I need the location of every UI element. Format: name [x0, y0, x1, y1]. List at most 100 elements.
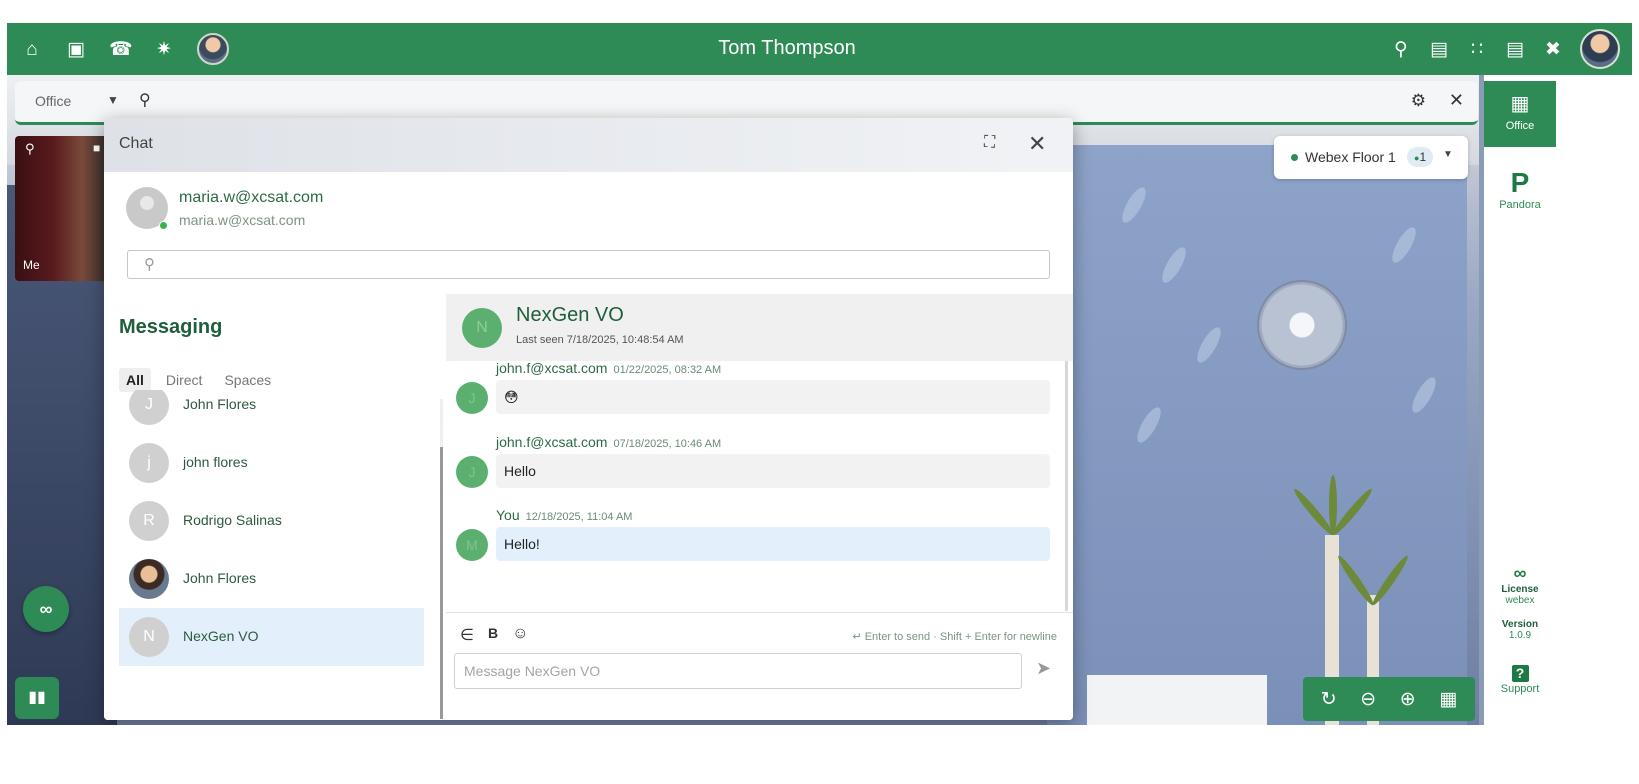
webex-icon: ∞	[1513, 563, 1527, 583]
user-avatar[interactable]	[197, 33, 229, 65]
location-label[interactable]: Office	[35, 93, 71, 109]
online-status-icon	[159, 221, 168, 230]
conversation-header: N NexGen VO Last seen 7/18/2025, 10:48:5…	[446, 294, 1073, 361]
chat-window: Chat ⛶ ✕ maria.w@xcsat.com maria.w@xcsat…	[104, 118, 1073, 720]
lock-icon[interactable]: ▣	[65, 40, 87, 59]
message-bubble: Hello	[496, 454, 1050, 488]
hangup-icon[interactable]: ☎	[109, 40, 133, 59]
search-icon: ⚲	[144, 256, 155, 273]
self-video-label: Me	[23, 258, 40, 272]
tools-icon[interactable]: ✖	[1542, 40, 1564, 59]
close-icon[interactable]: ✕	[1449, 90, 1464, 111]
expand-icon[interactable]: ⛶	[984, 134, 995, 152]
reset-view-icon[interactable]: ↻	[1321, 688, 1337, 711]
attach-icon[interactable]: ∈	[460, 625, 474, 645]
sidebar-item-label: Office	[1505, 120, 1535, 132]
conversation-pane: N NexGen VO Last seen 7/18/2025, 10:48:5…	[446, 294, 1073, 720]
chevron-down-icon[interactable]: ▼	[1443, 149, 1453, 160]
message-input[interactable]	[454, 653, 1022, 689]
list-item[interactable]: John Flores	[119, 550, 424, 608]
contact-name: Rodrigo Salinas	[183, 512, 282, 528]
webex-button[interactable]: ∞	[23, 586, 69, 632]
current-user-name: maria.w@xcsat.com	[179, 189, 324, 206]
composer-toolbar: ∈ B ☺	[460, 625, 528, 645]
camera-icon[interactable]: ■	[93, 141, 100, 155]
grid-view-icon[interactable]: ▦	[1439, 688, 1457, 711]
license-info: ∞ License webex	[1484, 563, 1556, 606]
walk-icon[interactable]: ✷	[153, 40, 175, 59]
sidebar-item-label: Support	[1500, 683, 1540, 695]
message-composer: ∈ B ☺ ↵ Enter to send · Shift + Enter fo…	[446, 612, 1073, 720]
message-time: 12/18/2025, 11:04 AM	[525, 511, 633, 523]
close-icon[interactable]: ✕	[1028, 131, 1046, 157]
send-icon[interactable]: ➤	[1036, 658, 1051, 679]
self-video-tile[interactable]: ⚲ ■ Me	[15, 136, 111, 281]
search-icon[interactable]: ⚲	[139, 90, 151, 110]
version-label: Version	[1501, 619, 1539, 630]
sidebar-item-label: Pandora	[1499, 199, 1541, 211]
list-item[interactable]: J John Flores	[119, 390, 424, 434]
message-bubble: Hello!	[496, 527, 1050, 561]
page-title: Tom Thompson	[718, 37, 856, 59]
avatar: M	[456, 529, 488, 561]
message-meta: You 12/18/2025, 11:04 AM	[496, 507, 632, 523]
chat-search-input[interactable]: ⚲	[127, 250, 1050, 279]
contact-name: John Flores	[183, 396, 257, 412]
message-meta: john.f@xcsat.com 01/22/2025, 08:32 AM	[496, 360, 721, 376]
message-sender: You	[496, 507, 520, 523]
message-sender: john.f@xcsat.com	[496, 434, 608, 450]
chevron-down-icon[interactable]: ▼	[107, 93, 119, 107]
avatar	[129, 559, 169, 599]
messaging-list-pane: Messaging All Direct Spaces J John Flore…	[104, 294, 446, 720]
microphone-icon[interactable]: ⚲	[25, 141, 35, 157]
floor-selector[interactable]: Webex Floor 1 ●1 ▼	[1274, 136, 1468, 179]
contact-name: john flores	[183, 454, 248, 470]
list-item[interactable]: R Rodrigo Salinas	[119, 492, 424, 550]
tab-spaces[interactable]: Spaces	[217, 368, 278, 392]
zoom-in-icon[interactable]: ⊕	[1400, 688, 1416, 711]
contact-name: John Flores	[183, 570, 257, 586]
sidebar-item-support[interactable]: ? Support	[1484, 665, 1556, 695]
sidebar-item-office[interactable]: ▦ Office	[1484, 81, 1556, 147]
list-item[interactable]: N NexGen VO	[119, 608, 424, 666]
help-icon: ?	[1511, 665, 1529, 682]
license-label: License	[1501, 584, 1539, 595]
message-time: 01/22/2025, 08:32 AM	[613, 364, 722, 376]
messaging-tabs: All Direct Spaces	[119, 368, 278, 392]
occupancy-badge: ●1	[1407, 147, 1434, 167]
messaging-heading: Messaging	[119, 316, 223, 338]
contact-list-scrollbar[interactable]	[440, 399, 443, 719]
version-info: Version 1.0.9	[1484, 619, 1556, 641]
message-bubble: 😳	[496, 380, 1050, 414]
chat-title: Chat	[119, 135, 153, 152]
avatar: J	[129, 390, 169, 425]
apps-grid-icon[interactable]: ∷	[1466, 40, 1488, 59]
home-icon[interactable]: ⌂	[21, 40, 43, 59]
conversation-name: NexGen VO	[516, 304, 624, 326]
profile-avatar[interactable]	[1580, 29, 1620, 69]
people-button[interactable]: ▮▮	[15, 677, 59, 719]
avatar: J	[456, 382, 488, 414]
message-sender: john.f@xcsat.com	[496, 360, 608, 376]
conversation-scrollbar[interactable]	[1065, 361, 1068, 611]
zoom-out-icon[interactable]: ⊖	[1360, 688, 1376, 711]
list-item[interactable]: j john flores	[119, 434, 424, 492]
last-seen-status: Last seen 7/18/2025, 10:48:54 AM	[516, 334, 684, 346]
occupancy-count: 1	[1419, 150, 1427, 164]
contact-list: J John Flores j john flores R Rodrigo Sa…	[119, 390, 424, 710]
avatar: j	[129, 443, 169, 483]
avatar: N	[129, 617, 169, 657]
search-icon[interactable]: ⚲	[1390, 40, 1412, 59]
gear-icon[interactable]: ⚙	[1411, 91, 1426, 111]
sidebar-item-pandora[interactable]: P Pandora	[1484, 167, 1556, 211]
bold-icon[interactable]: B	[488, 625, 498, 645]
avatar: R	[129, 501, 169, 541]
chat-icon[interactable]: ▤	[1504, 40, 1526, 59]
tab-direct[interactable]: Direct	[159, 368, 210, 392]
tab-all[interactable]: All	[119, 368, 151, 392]
emoji-icon[interactable]: ☺	[512, 625, 528, 645]
app-frame: ⌂ ▣ ☎ ✷ Tom Thompson ⚲ ▤ ∷ ▤ ✖ Office ▼ …	[7, 23, 1632, 725]
avatar: J	[456, 456, 488, 488]
map-icon[interactable]: ▤	[1428, 40, 1450, 59]
right-sidebar: ▦ Office P Pandora ∞ License webex Versi…	[1484, 75, 1632, 725]
